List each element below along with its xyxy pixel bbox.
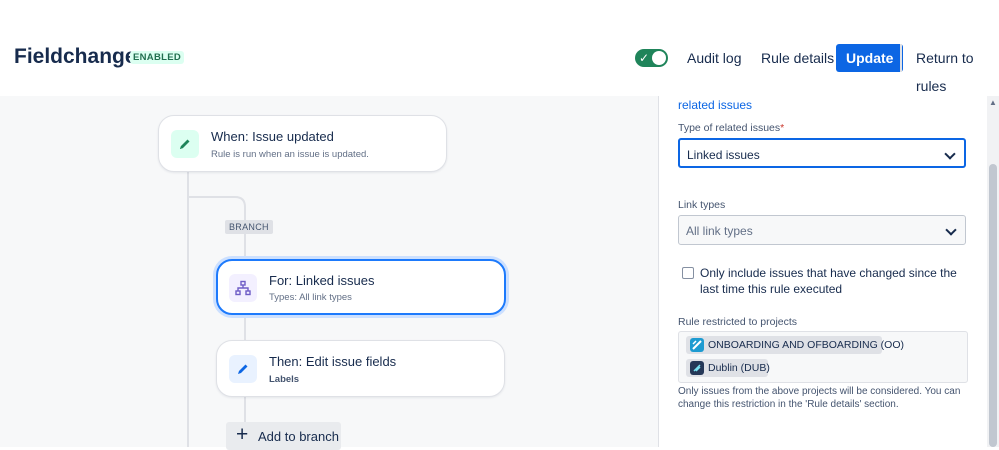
project-name: Dublin (DUB) [708, 362, 770, 374]
branch-subtitle: Types: All link types [269, 292, 352, 303]
link-types-placeholder: All link types [686, 224, 753, 238]
status-badge: ENABLED [130, 51, 185, 64]
projects-label: Rule restricted to projects [678, 316, 798, 328]
hierarchy-icon [229, 274, 257, 302]
rule-details-button[interactable]: Rule details [753, 44, 842, 72]
action-add-connector [244, 396, 246, 422]
type-of-related-issues-label: Type of related issues* [678, 122, 785, 134]
scroll-up-icon[interactable]: ▲ [989, 98, 997, 107]
edit-icon [229, 355, 257, 383]
related-issues-type-value: Linked issues [687, 148, 760, 162]
changed-since-last-run-label: Only include issues that have changed si… [700, 266, 957, 296]
plus-icon: + [236, 423, 249, 446]
branch-card[interactable]: For: Linked issues Types: All link types [216, 259, 506, 315]
panel-scrollbar[interactable]: ▲ [987, 96, 999, 447]
action-card[interactable]: Then: Edit issue fields Labels [216, 340, 505, 397]
project-avatar-icon [690, 338, 704, 352]
enable-toggle[interactable]: ✓ [635, 49, 668, 67]
project-avatar-icon [690, 361, 704, 375]
chevron-down-icon [944, 148, 956, 160]
chevron-down-icon [945, 224, 957, 236]
rule-header: Fieldchange ENABLED ✓ Audit log Rule det… [0, 0, 999, 96]
action-title: Then: Edit issue fields [269, 354, 397, 369]
changed-since-last-run-checkbox[interactable] [682, 267, 694, 279]
toggle-knob [652, 51, 666, 65]
add-to-branch-label: Add to branch [258, 429, 339, 444]
related-issues-link[interactable]: related issues [678, 98, 752, 112]
trigger-subtitle: Rule is run when an issue is updated. [211, 149, 369, 160]
link-types-label: Link types [678, 199, 726, 211]
return-to-rules-button[interactable]: Return to rules [908, 44, 999, 94]
branch-action-connector [244, 313, 246, 341]
trigger-card[interactable]: When: Issue updated Rule is run when an … [158, 115, 447, 172]
project-name: ONBOARDING AND OFBOARDING (OO) [708, 339, 905, 351]
pencil-icon [171, 130, 199, 158]
rule-title: Fieldchange [14, 45, 137, 68]
update-button[interactable]: Update [836, 44, 904, 72]
required-marker: * [780, 122, 785, 134]
trigger-title: When: Issue updated [211, 129, 334, 144]
project-chip[interactable]: Dublin (DUB) [686, 359, 770, 377]
link-types-select[interactable]: All link types [678, 215, 966, 245]
action-subtitle: Labels [269, 374, 300, 385]
scrollbar-thumb[interactable] [989, 164, 997, 447]
check-icon: ✓ [639, 51, 650, 65]
project-chip[interactable]: ONBOARDING AND OFBOARDING (OO) [686, 336, 904, 354]
related-issues-type-select[interactable]: Linked issues [678, 138, 966, 168]
add-to-branch-button[interactable]: + Add to branch [226, 422, 341, 450]
projects-help-text: Only issues from the above projects will… [678, 386, 961, 410]
branch-title: For: Linked issues [269, 273, 375, 288]
audit-log-button[interactable]: Audit log [679, 44, 749, 72]
branch-tag: BRANCH [225, 220, 273, 234]
header-divider [900, 44, 902, 72]
